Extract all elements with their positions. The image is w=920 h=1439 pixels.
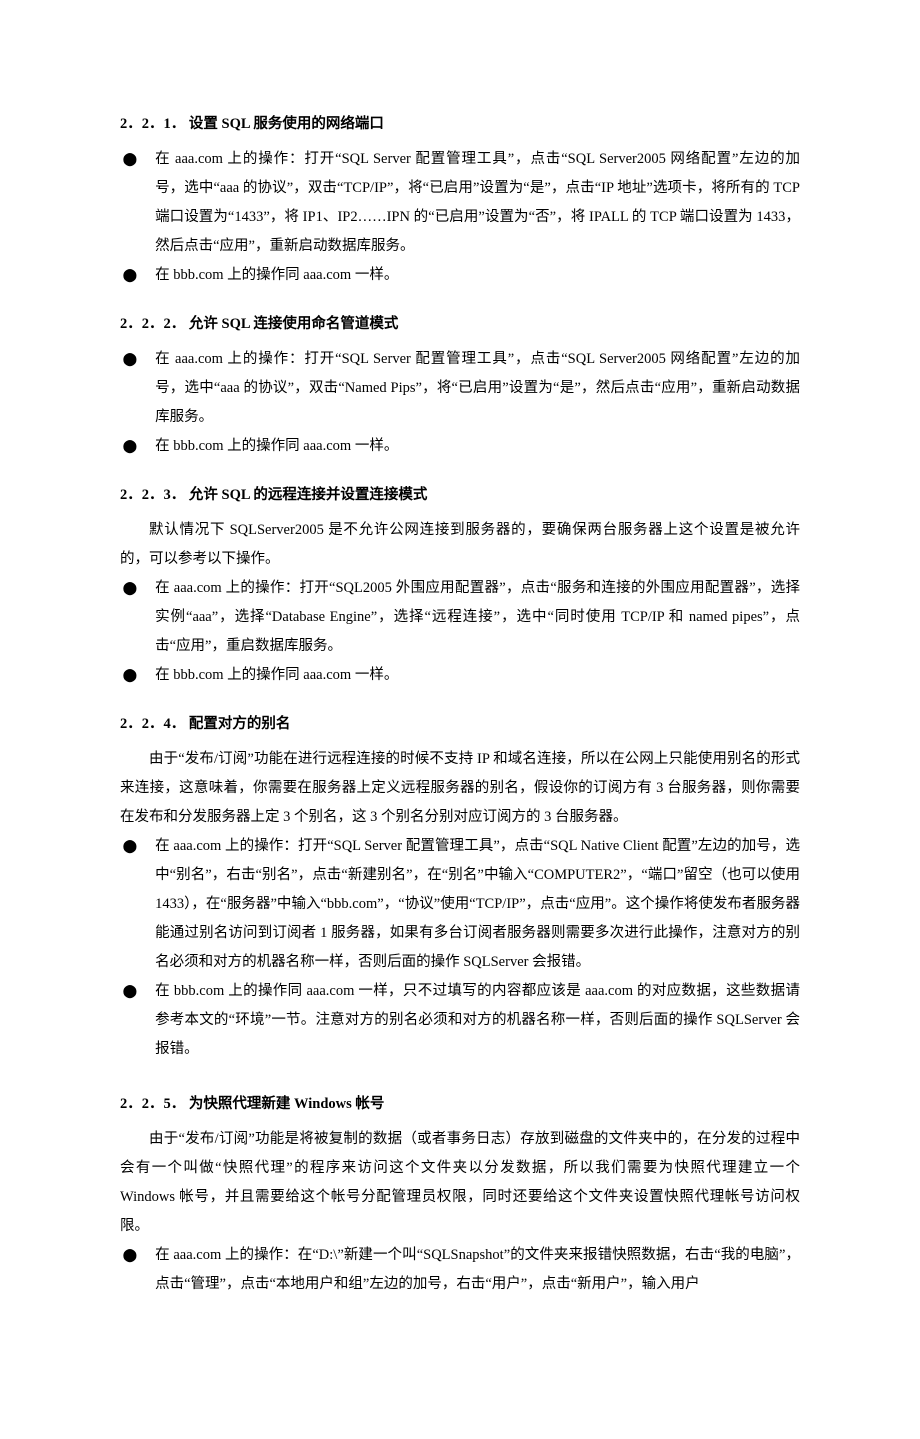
bullet-icon: ⬤ <box>120 832 155 859</box>
section-2-2-3: 2．2．3． 允许 SQL 的远程连接并设置连接模式 默认情况下 SQLServ… <box>120 481 800 690</box>
list-item-text: 在 aaa.com 上的操作：打开“SQL Server 配置管理工具”，点击“… <box>155 145 800 261</box>
section-2-2-5: 2．2．5． 为快照代理新建 Windows 帐号 由于“发布/订阅”功能是将被… <box>120 1090 800 1299</box>
bullet-icon: ⬤ <box>120 345 155 372</box>
paragraph: 由于“发布/订阅”功能在进行远程连接的时候不支持 IP 和域名连接，所以在公网上… <box>120 745 800 832</box>
list-item: ⬤ 在 bbb.com 上的操作同 aaa.com 一样。 <box>120 261 800 290</box>
list-item-text: 在 aaa.com 上的操作：在“D:\”新建一个叫“SQLSnapshot”的… <box>155 1241 800 1299</box>
bullet-icon: ⬤ <box>120 977 155 1004</box>
document-page: 2．2．1． 设置 SQL 服务使用的网络端口 ⬤ 在 aaa.com 上的操作… <box>0 0 920 1439</box>
list-item-text: 在 aaa.com 上的操作：打开“SQL Server 配置管理工具”，点击“… <box>155 832 800 977</box>
heading-2-2-4: 2．2．4． 配置对方的别名 <box>120 710 800 739</box>
list-item: ⬤ 在 bbb.com 上的操作同 aaa.com 一样。 <box>120 661 800 690</box>
list-item-text: 在 aaa.com 上的操作：打开“SQL Server 配置管理工具”，点击“… <box>155 345 800 432</box>
list-item-text: 在 aaa.com 上的操作：打开“SQL2005 外围应用配置器”，点击“服务… <box>155 574 800 661</box>
list-item: ⬤ 在 aaa.com 上的操作：打开“SQL Server 配置管理工具”，点… <box>120 145 800 261</box>
bullet-icon: ⬤ <box>120 1241 155 1268</box>
section-2-2-4: 2．2．4． 配置对方的别名 由于“发布/订阅”功能在进行远程连接的时候不支持 … <box>120 710 800 1064</box>
list-item-text: 在 bbb.com 上的操作同 aaa.com 一样。 <box>155 261 800 290</box>
bullet-icon: ⬤ <box>120 261 155 288</box>
section-2-2-1: 2．2．1． 设置 SQL 服务使用的网络端口 ⬤ 在 aaa.com 上的操作… <box>120 110 800 290</box>
list-item: ⬤ 在 aaa.com 上的操作：打开“SQL2005 外围应用配置器”，点击“… <box>120 574 800 661</box>
list-item: ⬤ 在 aaa.com 上的操作：打开“SQL Server 配置管理工具”，点… <box>120 345 800 432</box>
list-item-text: 在 bbb.com 上的操作同 aaa.com 一样，只不过填写的内容都应该是 … <box>155 977 800 1064</box>
heading-2-2-5: 2．2．5． 为快照代理新建 Windows 帐号 <box>120 1090 800 1119</box>
paragraph: 由于“发布/订阅”功能是将被复制的数据（或者事务日志）存放到磁盘的文件夹中的，在… <box>120 1125 800 1241</box>
bullet-icon: ⬤ <box>120 574 155 601</box>
bullet-icon: ⬤ <box>120 432 155 459</box>
bullet-icon: ⬤ <box>120 145 155 172</box>
list-item: ⬤ 在 aaa.com 上的操作：打开“SQL Server 配置管理工具”，点… <box>120 832 800 977</box>
list-item-text: 在 bbb.com 上的操作同 aaa.com 一样。 <box>155 432 800 461</box>
bullet-icon: ⬤ <box>120 661 155 688</box>
heading-2-2-1: 2．2．1． 设置 SQL 服务使用的网络端口 <box>120 110 800 139</box>
heading-2-2-2: 2．2．2． 允许 SQL 连接使用命名管道模式 <box>120 310 800 339</box>
list-item: ⬤ 在 bbb.com 上的操作同 aaa.com 一样。 <box>120 432 800 461</box>
section-2-2-2: 2．2．2． 允许 SQL 连接使用命名管道模式 ⬤ 在 aaa.com 上的操… <box>120 310 800 461</box>
paragraph: 默认情况下 SQLServer2005 是不允许公网连接到服务器的，要确保两台服… <box>120 516 800 574</box>
list-item: ⬤ 在 bbb.com 上的操作同 aaa.com 一样，只不过填写的内容都应该… <box>120 977 800 1064</box>
list-item-text: 在 bbb.com 上的操作同 aaa.com 一样。 <box>155 661 800 690</box>
list-item: ⬤ 在 aaa.com 上的操作：在“D:\”新建一个叫“SQLSnapshot… <box>120 1241 800 1299</box>
heading-2-2-3: 2．2．3． 允许 SQL 的远程连接并设置连接模式 <box>120 481 800 510</box>
